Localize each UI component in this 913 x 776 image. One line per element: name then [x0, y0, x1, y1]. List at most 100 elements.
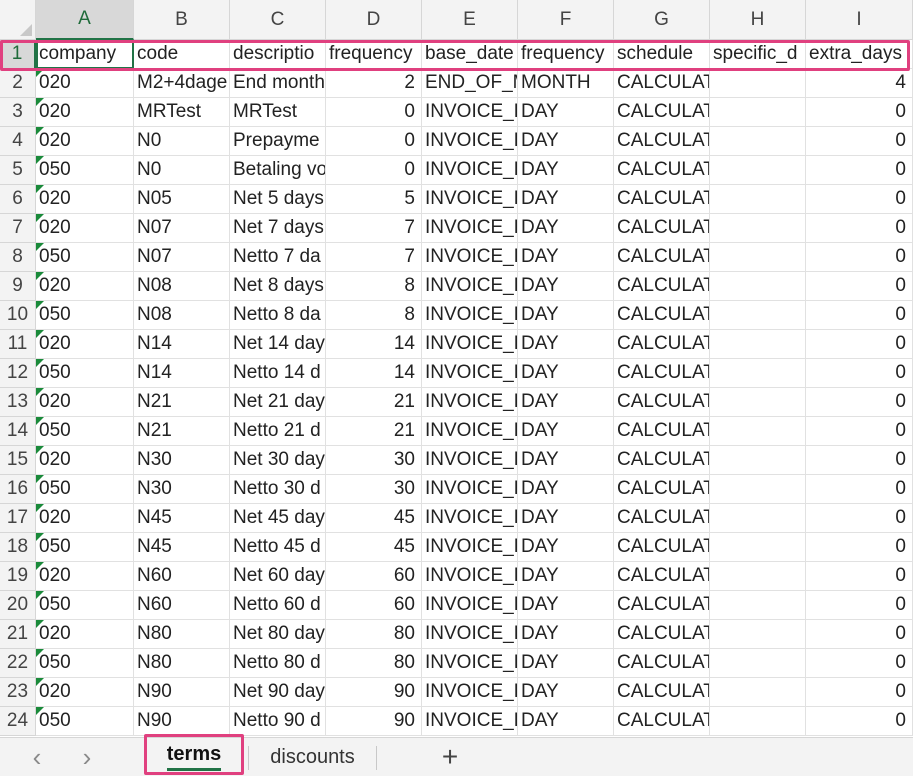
- table-cell[interactable]: 020: [36, 562, 134, 591]
- row-number[interactable]: 5: [0, 156, 36, 185]
- header-cell[interactable]: schedule: [614, 40, 710, 69]
- table-cell[interactable]: [710, 591, 806, 620]
- table-cell[interactable]: DAY: [518, 301, 614, 330]
- table-cell[interactable]: 020: [36, 678, 134, 707]
- table-cell[interactable]: N80: [134, 649, 230, 678]
- table-cell[interactable]: N60: [134, 591, 230, 620]
- table-cell[interactable]: DAY: [518, 620, 614, 649]
- table-cell[interactable]: 020: [36, 98, 134, 127]
- table-cell[interactable]: DAY: [518, 330, 614, 359]
- row-number[interactable]: 14: [0, 417, 36, 446]
- table-cell[interactable]: INVOICE_D: [422, 504, 518, 533]
- table-cell[interactable]: 020: [36, 330, 134, 359]
- table-cell[interactable]: 0: [806, 388, 913, 417]
- row-number[interactable]: 24: [0, 707, 36, 736]
- row-number[interactable]: 20: [0, 591, 36, 620]
- next-sheet-icon[interactable]: ›: [72, 738, 102, 776]
- row-number[interactable]: 9: [0, 272, 36, 301]
- table-cell[interactable]: 0: [806, 417, 913, 446]
- column-header-b[interactable]: B: [134, 0, 230, 40]
- table-cell[interactable]: 7: [326, 243, 422, 272]
- table-cell[interactable]: DAY: [518, 562, 614, 591]
- table-cell[interactable]: CALCULATED_DAY: [614, 69, 710, 98]
- table-cell[interactable]: [710, 156, 806, 185]
- table-cell[interactable]: M2+4dage: [134, 69, 230, 98]
- table-cell[interactable]: INVOICE_D: [422, 127, 518, 156]
- table-cell[interactable]: DAY: [518, 504, 614, 533]
- table-cell[interactable]: CALCULATED_DAY: [614, 591, 710, 620]
- table-cell[interactable]: N07: [134, 214, 230, 243]
- table-cell[interactable]: 90: [326, 707, 422, 736]
- table-cell[interactable]: INVOICE_D: [422, 562, 518, 591]
- table-cell[interactable]: Netto 21 d: [230, 417, 326, 446]
- header-cell[interactable]: extra_days: [806, 40, 913, 69]
- table-cell[interactable]: 30: [326, 475, 422, 504]
- row-number[interactable]: 11: [0, 330, 36, 359]
- row-number[interactable]: 15: [0, 446, 36, 475]
- table-cell[interactable]: CALCULATED_DAY: [614, 359, 710, 388]
- table-cell[interactable]: [710, 185, 806, 214]
- table-cell[interactable]: 14: [326, 330, 422, 359]
- row-number[interactable]: 8: [0, 243, 36, 272]
- table-cell[interactable]: INVOICE_D: [422, 243, 518, 272]
- table-cell[interactable]: 0: [806, 330, 913, 359]
- table-cell[interactable]: DAY: [518, 678, 614, 707]
- table-cell[interactable]: DAY: [518, 417, 614, 446]
- row-number[interactable]: 10: [0, 301, 36, 330]
- table-cell[interactable]: DAY: [518, 127, 614, 156]
- table-cell[interactable]: 0: [806, 359, 913, 388]
- table-cell[interactable]: 30: [326, 446, 422, 475]
- table-cell[interactable]: N14: [134, 330, 230, 359]
- table-cell[interactable]: Net 90 day: [230, 678, 326, 707]
- table-cell[interactable]: DAY: [518, 533, 614, 562]
- table-cell[interactable]: N08: [134, 272, 230, 301]
- table-cell[interactable]: 020: [36, 388, 134, 417]
- table-cell[interactable]: 050: [36, 417, 134, 446]
- table-cell[interactable]: INVOICE_D: [422, 214, 518, 243]
- table-cell[interactable]: 0: [806, 562, 913, 591]
- table-cell[interactable]: Net 5 days: [230, 185, 326, 214]
- column-header-e[interactable]: E: [422, 0, 518, 40]
- table-cell[interactable]: 020: [36, 446, 134, 475]
- table-cell[interactable]: CALCULATED_DAY: [614, 156, 710, 185]
- tab-terms[interactable]: terms: [147, 738, 241, 776]
- table-cell[interactable]: DAY: [518, 591, 614, 620]
- spreadsheet-grid[interactable]: ABCDEFGHI 1 company code descriptio frequenc…: [0, 0, 913, 737]
- table-cell[interactable]: 020: [36, 127, 134, 156]
- column-header-f[interactable]: F: [518, 0, 614, 40]
- table-cell[interactable]: INVOICE_D: [422, 388, 518, 417]
- table-cell[interactable]: Net 7 days: [230, 214, 326, 243]
- table-cell[interactable]: CALCULATED_DAY: [614, 533, 710, 562]
- table-cell[interactable]: MRTest: [134, 98, 230, 127]
- prev-sheet-icon[interactable]: ‹: [22, 738, 52, 776]
- row-number[interactable]: 2: [0, 69, 36, 98]
- table-cell[interactable]: 0: [806, 127, 913, 156]
- table-cell[interactable]: [710, 446, 806, 475]
- header-cell[interactable]: specific_d: [710, 40, 806, 69]
- table-cell[interactable]: 050: [36, 156, 134, 185]
- table-cell[interactable]: [710, 127, 806, 156]
- table-cell[interactable]: N80: [134, 620, 230, 649]
- table-cell[interactable]: 0: [806, 98, 913, 127]
- table-cell[interactable]: 050: [36, 243, 134, 272]
- table-cell[interactable]: 0: [806, 214, 913, 243]
- table-cell[interactable]: 0: [326, 127, 422, 156]
- table-cell[interactable]: 5: [326, 185, 422, 214]
- table-cell[interactable]: CALCULATED_DAY: [614, 185, 710, 214]
- table-cell[interactable]: INVOICE_D: [422, 272, 518, 301]
- table-cell[interactable]: Netto 14 d: [230, 359, 326, 388]
- table-cell[interactable]: INVOICE_D: [422, 707, 518, 736]
- table-cell[interactable]: [710, 533, 806, 562]
- table-cell[interactable]: Netto 8 da: [230, 301, 326, 330]
- column-header-h[interactable]: H: [710, 0, 806, 40]
- table-cell[interactable]: 050: [36, 707, 134, 736]
- table-cell[interactable]: Net 80 day: [230, 620, 326, 649]
- header-cell[interactable]: code: [134, 40, 230, 69]
- table-cell[interactable]: INVOICE_D: [422, 620, 518, 649]
- table-cell[interactable]: Net 14 day: [230, 330, 326, 359]
- column-header-i[interactable]: I: [806, 0, 913, 40]
- table-cell[interactable]: CALCULATED_DAY: [614, 707, 710, 736]
- table-cell[interactable]: 020: [36, 272, 134, 301]
- table-cell[interactable]: 050: [36, 475, 134, 504]
- table-cell[interactable]: N14: [134, 359, 230, 388]
